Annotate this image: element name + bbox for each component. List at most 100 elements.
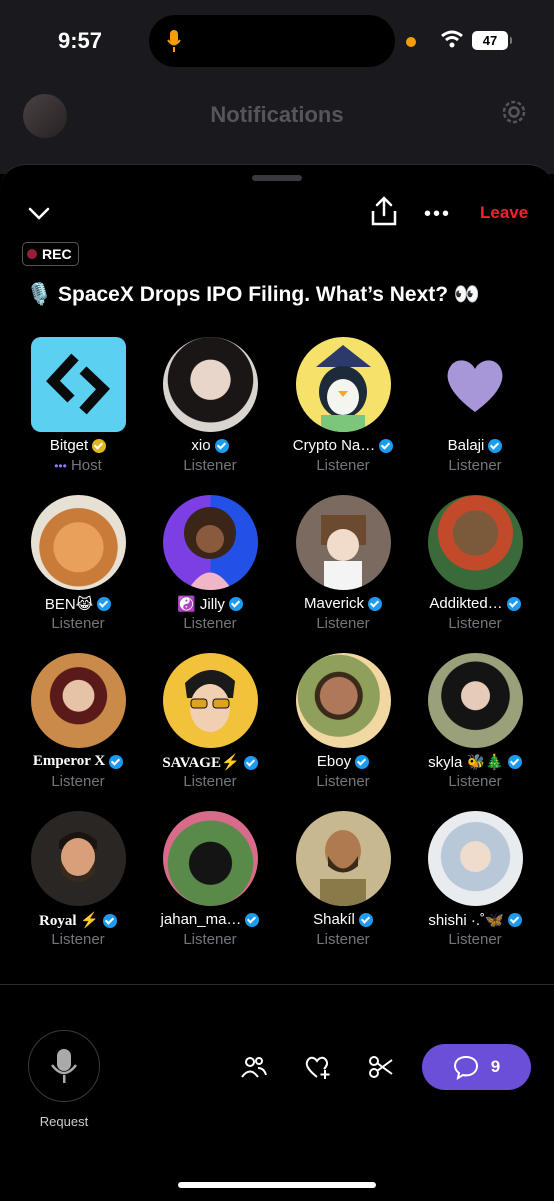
avatar (163, 337, 258, 432)
home-indicator[interactable] (178, 1182, 376, 1188)
participant-role: Listener (448, 615, 502, 632)
participant-tile[interactable]: skyla 🐝🎄 Listener (409, 653, 541, 803)
microphone-icon (51, 1049, 77, 1083)
avatar (296, 811, 391, 906)
participant-tile[interactable]: Crypto Na… Listener (277, 337, 409, 487)
page-title: Notifications (210, 102, 344, 127)
participant-role: ••• Host (54, 457, 102, 474)
battery-indicator: 47 (472, 31, 512, 50)
participant-role: Listener (183, 773, 237, 790)
gear-icon[interactable] (498, 96, 530, 128)
participant-name: Shakíl (277, 911, 409, 928)
comment-count: 9 (490, 1057, 501, 1076)
participant-role: Listener (316, 773, 370, 790)
participant-role: Listener (51, 931, 105, 948)
avatar (428, 653, 523, 748)
participant-tile[interactable]: xio Listener (144, 337, 276, 487)
participant-name: Balaji (409, 437, 541, 454)
verified-badge-icon (507, 913, 522, 927)
more-options-icon[interactable]: ••• (424, 203, 451, 226)
participant-role: Listener (316, 615, 370, 632)
participant-tile[interactable]: SAVAGE⚡ Listener (144, 653, 276, 803)
verified-badge-icon (214, 438, 229, 453)
chevron-down-icon[interactable] (27, 201, 51, 225)
verified-badge-icon (245, 912, 260, 927)
status-time: 9:57 (58, 28, 103, 53)
participant-name: jahan_ma… (144, 911, 276, 928)
request-label: Request (39, 1114, 89, 1129)
wifi-icon (441, 30, 463, 48)
participant-name: Emperor X (12, 753, 144, 770)
participant-tile[interactable]: Eboy Listener (277, 653, 409, 803)
participant-tile[interactable]: shishi ·.˚🦋 Listener (409, 811, 541, 961)
participant-role: Listener (316, 931, 370, 948)
participant-role: Listener (448, 931, 502, 948)
participant-role: Listener (51, 615, 105, 632)
participant-name: ☯️ Jilly (144, 595, 276, 613)
avatar (296, 495, 391, 590)
comments-button[interactable]: 9 (422, 1044, 531, 1090)
privacy-indicator-dot (406, 37, 416, 47)
sheet-grabber[interactable] (252, 175, 302, 181)
participant-role: Listener (183, 457, 237, 474)
participant-name: Addikted… (409, 595, 541, 612)
participant-name: Bitget (12, 437, 144, 454)
heart-plus-icon[interactable] (303, 1053, 331, 1081)
participant-tile[interactable]: Bitget ••• Host (12, 337, 144, 487)
verified-badge-icon (109, 754, 124, 769)
verified-badge-icon (488, 438, 503, 453)
participant-tile[interactable]: Maverick Listener (277, 495, 409, 645)
participant-name: BEN😹 (12, 595, 144, 613)
verified-badge-icon (368, 596, 382, 611)
dynamic-island (149, 15, 395, 67)
participant-role: Listener (316, 457, 370, 474)
avatar (163, 495, 258, 590)
participant-tile[interactable]: Addikted… Listener (409, 495, 541, 645)
avatar (163, 811, 258, 906)
participant-role: Listener (51, 773, 105, 790)
people-icon[interactable] (240, 1053, 268, 1081)
share-icon[interactable] (370, 195, 398, 227)
participant-tile[interactable]: Emperor X Listener (12, 653, 144, 803)
participant-role: Listener (448, 773, 502, 790)
chat-bubble-icon (453, 1055, 478, 1080)
verified-badge-icon (97, 597, 112, 611)
request-button[interactable] (28, 1030, 100, 1102)
avatar (31, 495, 126, 590)
participant-role: Listener (183, 615, 237, 632)
record-dot-icon (27, 249, 37, 259)
participant-tile[interactable]: jahan_ma… Listener (144, 811, 276, 961)
participant-name: skyla 🐝🎄 (409, 753, 541, 771)
avatar (31, 811, 126, 906)
participant-name: Crypto Na… (277, 437, 409, 454)
participant-name: xio (144, 437, 276, 454)
participant-tile[interactable]: BEN😹 Listener (12, 495, 144, 645)
avatar (31, 337, 126, 432)
bottom-bar: Request 9 (0, 985, 554, 1200)
verified-badge-icon (228, 597, 243, 611)
avatar (163, 653, 258, 748)
scissors-icon[interactable] (367, 1053, 395, 1081)
recording-badge: REC (22, 242, 79, 266)
verified-badge-icon (506, 596, 521, 611)
verified-badge-icon (92, 438, 107, 453)
verified-badge-icon (355, 754, 370, 769)
participant-name: SAVAGE⚡ (144, 753, 276, 772)
participant-tile[interactable]: Royal ⚡ Listener (12, 811, 144, 961)
participant-name: Royal ⚡ (12, 911, 144, 930)
recording-label: REC (42, 246, 72, 262)
avatar (428, 811, 523, 906)
participant-name: shishi ·.˚🦋 (409, 911, 541, 929)
participant-tile[interactable]: Balaji Listener (409, 337, 541, 487)
space-title: 🎙️ SpaceX Drops IPO Filing. What’s Next?… (26, 283, 481, 306)
leave-button[interactable]: Leave (480, 203, 528, 223)
participant-name: Maverick (277, 595, 409, 612)
participant-tile[interactable]: Shakíl Listener (277, 811, 409, 961)
avatar (296, 653, 391, 748)
mic-indicator-icon (167, 30, 181, 52)
verified-badge-icon (243, 755, 258, 770)
participant-role: Listener (448, 457, 502, 474)
verified-badge-icon (358, 912, 373, 927)
participant-name: Eboy (277, 753, 409, 770)
participant-tile[interactable]: ☯️ Jilly Listener (144, 495, 276, 645)
